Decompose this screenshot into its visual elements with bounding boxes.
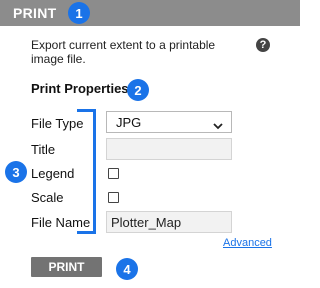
callout-badge-4: 4 [116, 258, 138, 280]
advanced-link[interactable]: Advanced [223, 237, 272, 249]
legend-checkbox[interactable] [108, 168, 119, 179]
title-input[interactable] [106, 138, 232, 160]
section-title: Print Properties [31, 81, 129, 96]
print-button[interactable]: PRINT [31, 257, 102, 277]
file-name-label: File Name [31, 215, 91, 230]
panel-title: PRINT [13, 5, 57, 21]
help-icon[interactable]: ? [256, 38, 270, 52]
panel-description: Export current extent to a printable ima… [31, 38, 216, 66]
callout-badge-1: 1 [68, 2, 90, 24]
file-type-value: JPG [116, 115, 142, 130]
scale-label: Scale [31, 190, 64, 205]
scale-checkbox[interactable] [108, 192, 119, 203]
callout-badge-3: 3 [5, 161, 27, 183]
chevron-down-icon [213, 118, 223, 133]
file-type-label: File Type [31, 116, 84, 131]
file-name-value: Plotter_Map [111, 215, 182, 230]
callout-badge-2: 2 [127, 79, 149, 101]
title-label: Title [31, 142, 56, 157]
legend-label: Legend [31, 166, 75, 181]
file-type-select[interactable]: JPG [106, 111, 232, 133]
file-name-input[interactable]: Plotter_Map [106, 211, 232, 233]
panel-header: PRINT [0, 0, 300, 26]
